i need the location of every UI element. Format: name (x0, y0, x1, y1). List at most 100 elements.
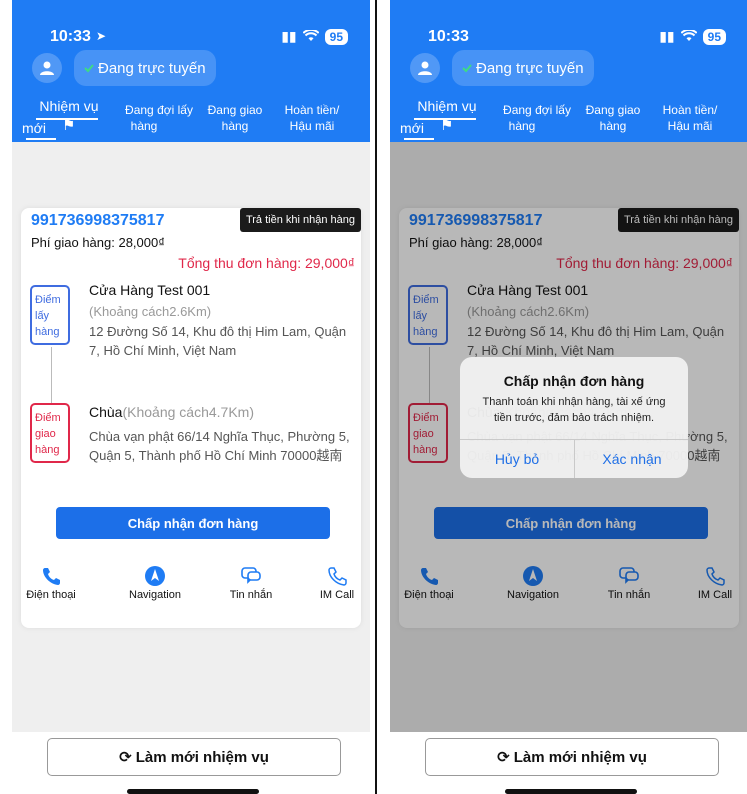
tab-label-line1: Đang giao (585, 103, 641, 117)
im-call-button: IM Call (675, 563, 747, 601)
payment-badge: Trả tiền khi nhận hàng (239, 208, 361, 232)
tab-label-line2: Hậu mãi (289, 119, 335, 133)
status-time: 10:33 (428, 28, 469, 45)
phone-label: Điện thoại (26, 589, 76, 601)
badge-line: hàng (413, 444, 438, 456)
phone-icon (43, 568, 60, 585)
badge-line: hàng (35, 326, 60, 338)
message-button[interactable]: Tin nhắn (211, 563, 291, 601)
active-tab-indicator (36, 118, 98, 120)
online-status-toggle[interactable]: Đang trực tuyến (74, 50, 216, 86)
tab-refund[interactable]: Hoàn tiền/ Hậu mãi (652, 102, 728, 134)
pickup-distance: (Khoảng cách2.6Km) (467, 302, 729, 321)
tab-label-line2: Hậu mãi (667, 119, 713, 133)
tab-delivering[interactable]: Đang giao hàng (578, 102, 648, 134)
pickup-name: Cửa Hàng Test 001 (89, 282, 211, 298)
message-label: Tin nhắn (607, 589, 651, 601)
order-card[interactable]: 991736998375817 Trả tiền khi nhận hàng P… (21, 208, 361, 628)
badge-line: Điểm (35, 294, 61, 306)
online-status-toggle[interactable]: Đang trực tuyến (452, 50, 594, 86)
action-bar: Điện thoại Navigation Tin nhắn IM Call (21, 563, 361, 613)
tab-refund[interactable]: Hoàn tiền/ Hậu mãi (274, 102, 350, 134)
tab-label-line2: hàng (221, 119, 249, 133)
dropoff-point-badge: Điểm giao hàng (30, 403, 70, 463)
refresh-tasks-button[interactable]: ⟳ Làm mới nhiệm vụ (47, 738, 341, 776)
confirm-button[interactable]: Xác nhận (575, 439, 688, 478)
confirm-accept-dialog: Chấp nhận đơn hàng Thanh toán khi nhận h… (460, 357, 688, 478)
avatar[interactable] (32, 53, 62, 83)
online-status-label: Đang trực tuyến (98, 59, 206, 77)
person-icon (418, 61, 432, 75)
phone-label: Điện thoại (404, 589, 454, 601)
active-tab-indicator-2 (26, 138, 56, 140)
refresh-label: Làm mới nhiệm vụ (135, 748, 269, 766)
accept-order-button: Chấp nhận đơn hàng (434, 507, 708, 539)
bottom-bar: ⟳ Làm mới nhiệm vụ (12, 732, 370, 794)
check-icon (84, 64, 94, 73)
online-status-label: Đang trực tuyến (476, 59, 584, 77)
signal-icon: ▮▮ (659, 28, 675, 44)
tab-delivering[interactable]: Đang giao hàng (200, 102, 270, 134)
dialog-message: Thanh toán khi nhận hàng, tài xế ứng tiề… (482, 396, 666, 424)
compass-icon (145, 566, 165, 586)
tab-waiting-pickup[interactable]: Đang đợi lấy hàng (116, 102, 202, 134)
tab-label-line1: Đang đợi lấy (503, 103, 571, 117)
chat-icon (619, 567, 639, 584)
tab-label-line2: mới (400, 120, 424, 136)
order-total: Tổng thu đơn hàng: 29,000₫ (556, 255, 733, 271)
tab-label-line1: Hoàn tiền/ (284, 103, 340, 117)
badge-line: Điểm (413, 412, 439, 424)
im-call-button[interactable]: IM Call (297, 563, 370, 601)
phone-icon (421, 568, 438, 585)
order-id: 991736998375817 (409, 212, 543, 229)
tab-new-tasks[interactable]: Nhiệm vụ (36, 98, 102, 114)
pickup-point-badge: Điểm lấy hàng (30, 285, 70, 345)
wifi-icon (680, 28, 698, 45)
navigation-button[interactable]: Navigation (115, 563, 195, 601)
pickup-point-badge: Điểm lấy hàng (408, 285, 448, 345)
tab-label-line2: mới (22, 120, 46, 136)
message-button: Tin nhắn (589, 563, 669, 601)
tab-new-tasks[interactable]: Nhiệm vụ (414, 98, 480, 114)
order-tabs: Nhiệm vụ mới ⚑ Đang đợi lấy hàng Đang gi… (12, 98, 370, 142)
badge-line: lấy (413, 310, 428, 322)
compass-icon (523, 566, 543, 586)
refresh-tasks-button: ⟳ Làm mới nhiệm vụ (425, 738, 719, 776)
status-icons: ▮▮ 95 (659, 28, 726, 45)
active-tab-indicator-2 (404, 138, 434, 140)
phone-button[interactable]: Điện thoại (12, 563, 91, 601)
cancel-button[interactable]: Hủy bỏ (460, 439, 574, 478)
tab-new-tasks-line2[interactable]: mới (392, 120, 432, 136)
tab-new-tasks-line2[interactable]: mới (14, 120, 54, 136)
tab-label-line1: Nhiệm vụ (39, 98, 99, 114)
route-connector (51, 347, 52, 403)
message-label: Tin nhắn (229, 589, 273, 601)
battery-indicator: 95 (324, 28, 348, 45)
accept-order-button[interactable]: Chấp nhận đơn hàng (56, 507, 330, 539)
tab-label-line2: hàng (130, 119, 158, 133)
order-tabs: Nhiệm vụ mới ⚑ Đang đợi lấy hàng Đang gi… (390, 98, 747, 142)
order-id[interactable]: 991736998375817 (31, 212, 164, 230)
im-call-label: IM Call (319, 589, 355, 601)
screen-divider (375, 0, 377, 794)
phone-screen-confirm-dialog: 10:33 ▮▮ 95 Đang trực tuyến Nhiệm vụ mới… (390, 0, 747, 794)
pickup-address: 12 Đường Số 14, Khu đô thị Him Lam, Quận… (467, 324, 725, 358)
badge-line: giao (35, 428, 56, 440)
tab-label-line2: hàng (599, 119, 627, 133)
avatar[interactable] (410, 53, 440, 83)
refresh-icon: ⟳ (497, 749, 510, 766)
pickup-name: Cửa Hàng Test 001 (467, 282, 589, 298)
battery-indicator: 95 (702, 28, 726, 45)
tab-label-line1: Hoàn tiền/ (662, 103, 718, 117)
active-tab-indicator (414, 118, 476, 120)
navigation-label: Navigation (507, 589, 559, 601)
badge-line: lấy (35, 310, 50, 322)
call-outline-icon (328, 567, 347, 586)
call-outline-icon (706, 567, 725, 586)
tab-label-line1: Nhiệm vụ (417, 98, 477, 114)
bottom-bar: ⟳ Làm mới nhiệm vụ (390, 732, 747, 794)
chat-icon (241, 567, 261, 584)
tab-label-line1: Đang giao (207, 103, 263, 117)
navigation-label: Navigation (129, 589, 181, 601)
tab-waiting-pickup[interactable]: Đang đợi lấy hàng (494, 102, 580, 134)
